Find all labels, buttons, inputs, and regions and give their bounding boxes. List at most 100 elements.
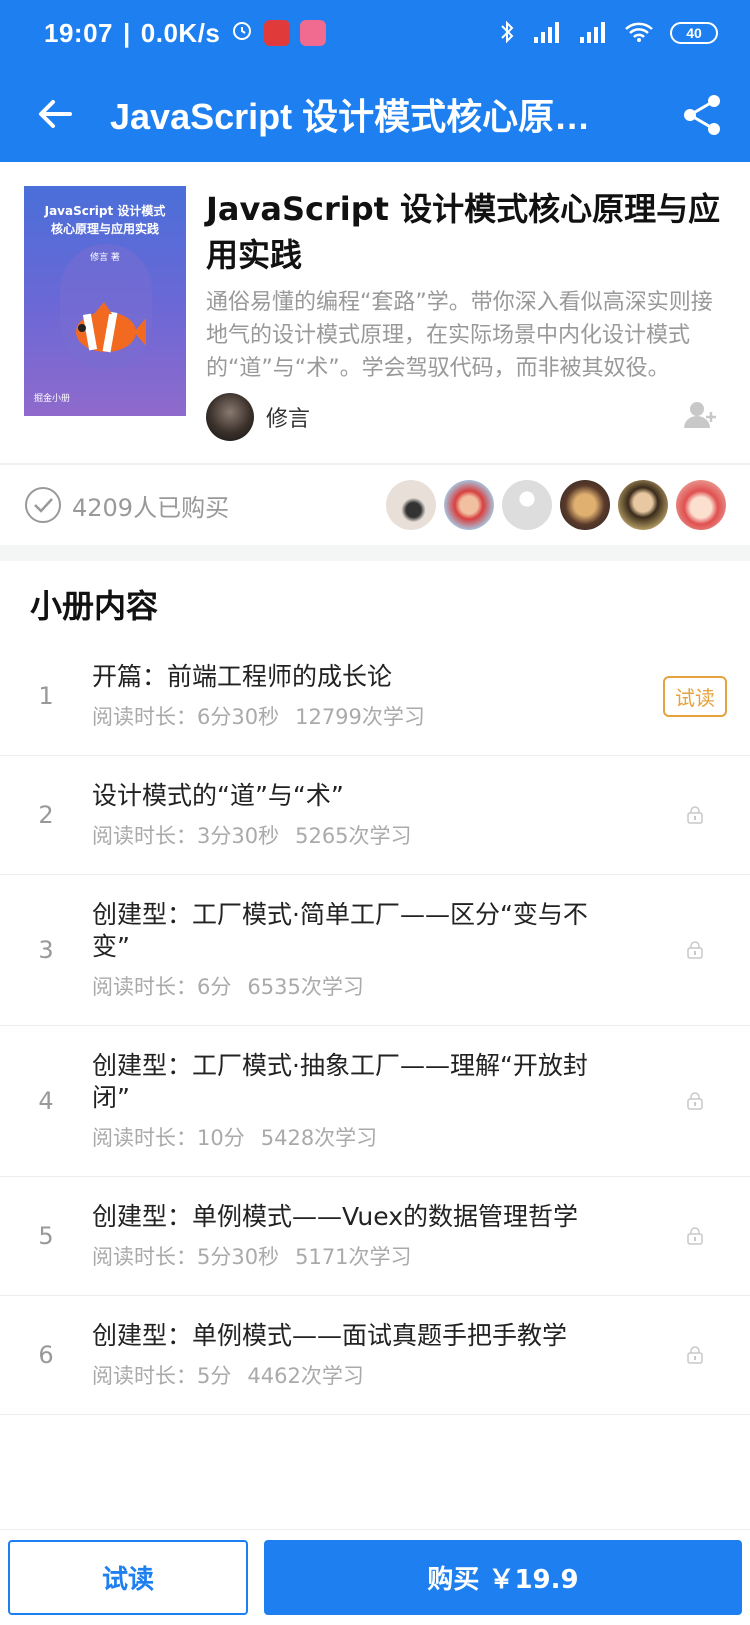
buyer-avatar[interactable] <box>444 480 494 530</box>
chapter-right: 试读 <box>640 675 750 717</box>
chapter-duration: 阅读时长：6分30秒 <box>92 705 280 729</box>
book-description: 通俗易懂的编程“套路”学。带你深入看似高深实则接地气的设计模式原理，在实际场景中… <box>206 290 713 381</box>
back-arrow-icon <box>39 100 72 128</box>
battery-indicator: 40 <box>670 22 718 44</box>
chapter-number: 5 <box>38 1222 54 1250</box>
chapter-body: 创建型：单例模式——面试真题手把手教学 阅读时长：5分 4462次学习 <box>92 1320 640 1390</box>
buyers-count: 4209人已购买 <box>72 493 230 522</box>
chapter-duration: 阅读时长：5分30秒 <box>92 1245 280 1269</box>
lock-icon <box>687 941 703 959</box>
chapter-number: 3 <box>38 936 54 964</box>
chapter-duration: 阅读时长：6分 <box>92 975 232 999</box>
bottom-action-bar: 试读 购买 ￥19.9 <box>0 1529 750 1625</box>
wifi-icon <box>624 21 654 46</box>
page-title: JavaScript 设计模式核心原… <box>110 96 591 137</box>
app-header: JavaScript 设计模式核心原… <box>0 66 750 162</box>
section-title: 小册内容 <box>30 587 159 625</box>
chapter-item[interactable]: 2 设计模式的“道”与“术” 阅读时长：3分30秒 5265次学习 <box>0 756 750 875</box>
chapter-number: 2 <box>38 801 54 829</box>
book-cover[interactable]: JavaScript 设计模式 核心原理与应用实践 修言 著 掘金小册 <box>24 186 186 416</box>
buyers-row: 4209人已购买 <box>0 465 750 561</box>
chapter-item[interactable]: 5 创建型：单例模式——Vuex的数据管理哲学 阅读时长：5分30秒 5171次学… <box>0 1177 750 1296</box>
chapter-body: 创建型：工厂模式·简单工厂——区分“变与不变” 阅读时长：6分 6535次学习 <box>92 899 640 1001</box>
buyer-avatars <box>386 480 726 530</box>
lock-icon <box>687 1346 703 1364</box>
chapter-body: 创建型：单例模式——Vuex的数据管理哲学 阅读时长：5分30秒 5171次学习 <box>92 1201 640 1271</box>
chapter-learners: 4462次学习 <box>247 1364 364 1388</box>
buy-button[interactable]: 购买 ￥19.9 <box>264 1540 742 1615</box>
bluetooth-icon <box>498 19 516 48</box>
chapter-title: 设计模式的“道”与“术” <box>92 781 344 810</box>
back-button[interactable] <box>0 66 110 162</box>
chapter-title: 创建型：单例模式——面试真题手把手教学 <box>92 1321 568 1350</box>
signal-icon <box>532 21 562 46</box>
chapter-right <box>640 1227 750 1245</box>
chapter-number: 1 <box>38 682 54 710</box>
buyer-avatar[interactable] <box>386 480 436 530</box>
chapter-body: 开篇：前端工程师的成长论 阅读时长：6分30秒 12799次学习 <box>92 661 640 731</box>
status-bar: 19:07 | 0.0K/s 40 <box>0 0 750 66</box>
chapter-title: 创建型：单例模式——Vuex的数据管理哲学 <box>92 1202 578 1231</box>
cover-logo: 掘金小册 <box>34 394 71 404</box>
chapter-item[interactable]: 6 创建型：单例模式——面试真题手把手教学 阅读时长：5分 4462次学习 <box>0 1296 750 1415</box>
chapter-right <box>640 806 750 824</box>
cover-author: 修言 著 <box>90 253 120 263</box>
chapter-meta: 阅读时长：5分30秒 5171次学习 <box>92 1241 610 1271</box>
book-title: JavaScript 设计模式核心原理与应用实践 <box>206 190 721 274</box>
app-root: 19:07 | 0.0K/s 40 JavaScript 设计模式核心原… Ja… <box>0 0 750 1625</box>
app-notification-icon <box>264 20 291 46</box>
lock-icon <box>687 1092 703 1110</box>
chapter-number: 6 <box>38 1341 54 1369</box>
chapter-body: 创建型：工厂模式·抽象工厂——理解“开放封闭” 阅读时长：10分 5428次学习 <box>92 1050 640 1152</box>
chapter-learners: 12799次学习 <box>295 705 425 729</box>
buyer-avatar[interactable] <box>618 480 668 530</box>
share-icon <box>684 95 720 135</box>
add-user-icon <box>684 402 716 428</box>
buyer-avatar[interactable] <box>502 480 552 530</box>
status-right: 40 <box>498 19 718 48</box>
chapter-learners: 5428次学习 <box>260 1126 378 1150</box>
check-circle-icon <box>25 487 61 523</box>
chapter-title: 创建型：工厂模式·简单工厂——区分“变与不变” <box>92 900 588 961</box>
chapter-right <box>640 941 750 959</box>
signal-hd-icon <box>578 21 608 46</box>
author-name[interactable]: 修言 <box>266 401 310 433</box>
status-divider: | <box>123 17 131 48</box>
chapter-title: 创建型：工厂模式·抽象工厂——理解“开放封闭” <box>92 1051 588 1112</box>
trial-badge[interactable]: 试读 <box>663 675 727 717</box>
chapter-section: 小册内容 1 开篇：前端工程师的成长论 阅读时长：6分30秒 12799次学习 试… <box>0 561 750 1415</box>
trial-read-button[interactable]: 试读 <box>8 1540 248 1615</box>
chapter-meta: 阅读时长：10分 5428次学习 <box>92 1122 610 1152</box>
alarm-icon <box>230 18 254 49</box>
buyer-avatar[interactable] <box>560 480 610 530</box>
chapter-learners: 5265次学习 <box>295 824 412 848</box>
cover-title: JavaScript 设计模式 核心原理与应用实践 <box>44 204 166 236</box>
chapter-item[interactable]: 1 开篇：前端工程师的成长论 阅读时长：6分30秒 12799次学习 试读 <box>0 637 750 756</box>
chapter-duration: 阅读时长：5分 <box>92 1364 232 1388</box>
lock-icon <box>687 806 703 824</box>
chapter-meta: 阅读时长：5分 4462次学习 <box>92 1360 610 1390</box>
chapter-right <box>640 1346 750 1364</box>
buyer-avatar[interactable] <box>676 480 726 530</box>
chapter-duration: 阅读时长：3分30秒 <box>92 824 280 848</box>
follow-author-button[interactable] <box>684 400 718 434</box>
chapter-number: 4 <box>38 1087 54 1115</box>
clownfish-illustration <box>64 298 146 368</box>
chapter-learners: 6535次学习 <box>247 975 364 999</box>
chapter-title: 开篇：前端工程师的成长论 <box>92 662 393 691</box>
chapter-meta: 阅读时长：6分 6535次学习 <box>92 971 610 1001</box>
app-notification-icon-2 <box>300 20 327 46</box>
share-button[interactable] <box>680 93 724 137</box>
status-left: 19:07 | 0.0K/s <box>44 17 327 49</box>
lock-icon <box>687 1227 703 1245</box>
chapter-item[interactable]: 3 创建型：工厂模式·简单工厂——区分“变与不变” 阅读时长：6分 6535次学习 <box>0 875 750 1026</box>
chapter-learners: 5171次学习 <box>295 1245 412 1269</box>
status-time: 19:07 <box>44 17 113 48</box>
chapter-body: 设计模式的“道”与“术” 阅读时长：3分30秒 5265次学习 <box>92 780 640 850</box>
author-avatar[interactable] <box>206 393 254 441</box>
book-details: JavaScript 设计模式核心原理与应用实践 通俗易懂的编程“套路”学。带你… <box>206 186 726 441</box>
chapter-item[interactable]: 4 创建型：工厂模式·抽象工厂——理解“开放封闭” 阅读时长：10分 5428次学… <box>0 1026 750 1177</box>
chapter-meta: 阅读时长：6分30秒 12799次学习 <box>92 701 610 731</box>
chapter-duration: 阅读时长：10分 <box>92 1126 245 1150</box>
status-speed: 0.0K/s <box>140 17 221 48</box>
